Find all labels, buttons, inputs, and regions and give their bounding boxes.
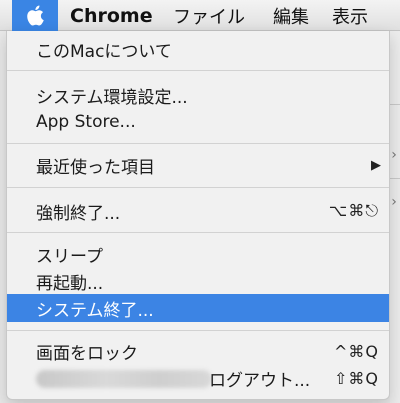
menu-bar: Chrome ファイル 編集 表示 <box>0 0 400 31</box>
menu-item-label: このMacについて <box>36 41 172 62</box>
menu-separator <box>7 232 389 233</box>
apple-icon <box>27 5 44 26</box>
menu-item-label: 画面をロック <box>36 343 138 364</box>
menu-item-label: システム終了... <box>36 300 154 321</box>
menu-item-label: 強制終了... <box>36 203 121 224</box>
menu-item-label: ログアウト... <box>209 370 311 391</box>
force-quit-shortcut: ⌥⌘⎋ <box>328 201 379 220</box>
menubar-app-name[interactable]: Chrome <box>70 0 153 31</box>
lock-screen-shortcut: ^⌘Q <box>334 341 379 361</box>
menu-item-recent-items[interactable]: 最近使った項目 ▶ <box>7 151 389 179</box>
redacted-username <box>36 370 212 388</box>
menu-item-lock-screen[interactable]: 画面をロック ^⌘Q <box>7 337 389 365</box>
apple-menu-dropdown: このMacについて システム環境設定... App Store... 最近使った… <box>6 31 390 400</box>
menubar-file[interactable]: ファイル <box>173 0 245 31</box>
background-divider <box>390 104 400 105</box>
menu-separator <box>7 330 389 331</box>
menu-separator <box>7 70 389 71</box>
menu-item-label: App Store... <box>36 112 136 132</box>
logout-shortcut: ⇧⌘Q <box>334 368 379 388</box>
menu-item-sleep[interactable]: スリープ <box>7 240 389 268</box>
menu-separator <box>7 143 389 144</box>
background-window <box>390 31 400 403</box>
menu-item-label: 最近使った項目 <box>36 157 155 178</box>
menu-item-shutdown[interactable]: システム終了... <box>7 294 389 322</box>
menu-item-app-store[interactable]: App Store... <box>7 108 389 136</box>
menu-separator <box>7 187 389 188</box>
menu-item-restart[interactable]: 再起動... <box>7 267 389 295</box>
menu-item-label: システム環境設定... <box>36 87 188 108</box>
menubar-view[interactable]: 表示 <box>332 0 368 31</box>
menu-item-about-this-mac[interactable]: このMacについて <box>7 35 389 63</box>
menubar-edit[interactable]: 編集 <box>273 0 309 31</box>
background-divider <box>390 178 400 179</box>
menu-item-logout[interactable]: ログアウト... ⇧⌘Q <box>7 364 389 392</box>
menu-item-system-preferences[interactable]: システム環境設定... <box>7 81 389 109</box>
submenu-arrow-icon: ▶ <box>371 157 381 173</box>
apple-menu-button[interactable] <box>12 0 58 31</box>
menu-item-label: スリープ <box>36 246 103 267</box>
menu-item-label: 再起動... <box>36 273 104 294</box>
menu-item-force-quit[interactable]: 強制終了... ⌥⌘⎋ <box>7 197 389 225</box>
